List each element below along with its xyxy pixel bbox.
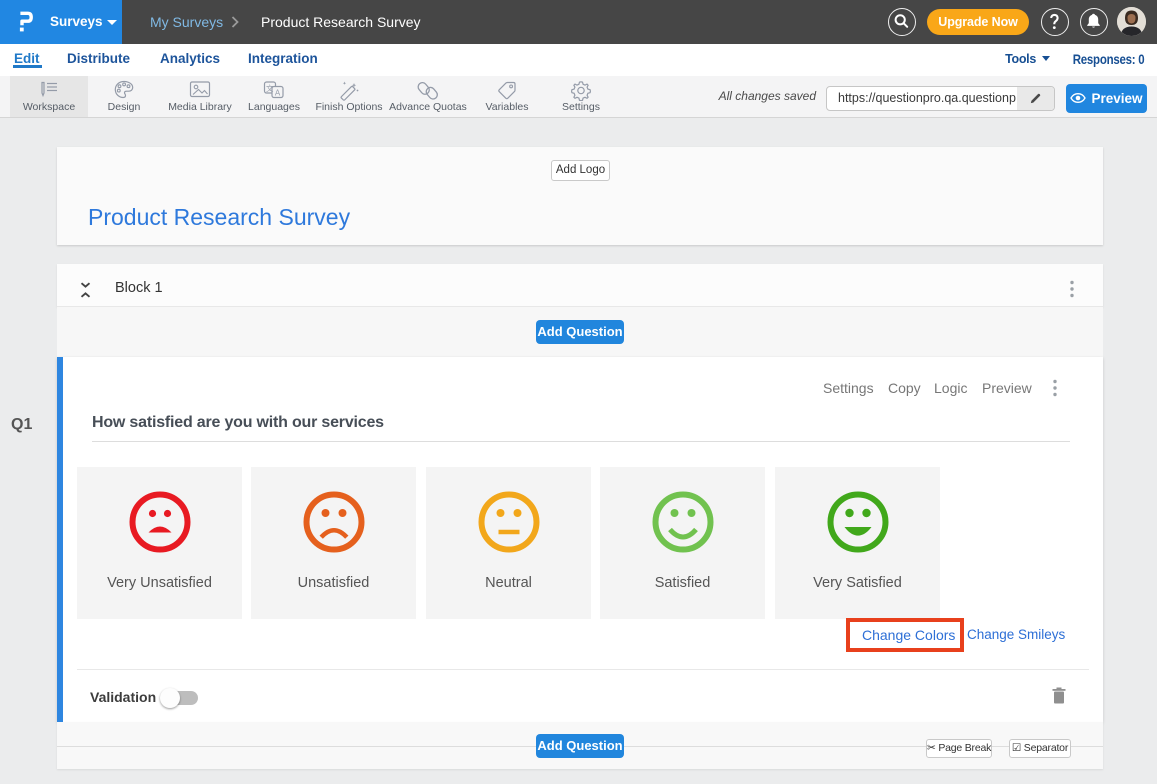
svg-text:A: A [275, 89, 281, 98]
svg-text:文: 文 [266, 83, 274, 93]
